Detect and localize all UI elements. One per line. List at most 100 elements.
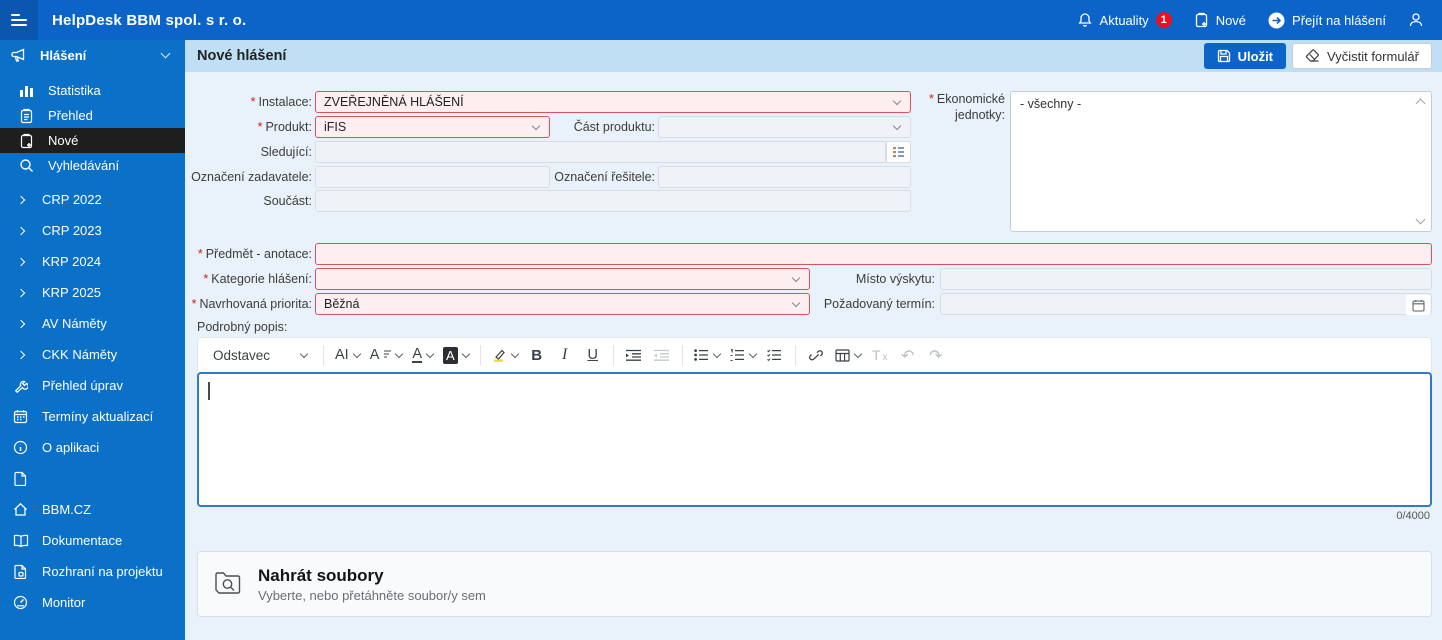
chevron-down-icon	[892, 121, 902, 131]
sidebar-item-prehled[interactable]: Přehled	[0, 103, 185, 128]
font-family-button[interactable]: AI	[331, 342, 364, 368]
chevron-right-icon	[12, 315, 29, 332]
sidebar-group-krp-2024[interactable]: KRP 2024	[0, 246, 185, 277]
produkt-value: iFIS	[324, 120, 347, 134]
person-icon	[1408, 12, 1424, 28]
instalace-select[interactable]: ZVEŘEJNĚNÁ HLÁŠENÍ	[315, 91, 911, 113]
oznaceni-zadavatele-input[interactable]	[315, 166, 550, 188]
rich-text-editor-area[interactable]	[197, 372, 1432, 507]
produkt-select[interactable]: iFIS	[315, 116, 550, 138]
misto-vyskytu-label: Místo výskytu:	[855, 272, 935, 286]
oznaceni-zadavatele-label: Označení zadavatele:	[191, 170, 312, 184]
sidebar-item-bbm-cz[interactable]: BBM.CZ	[0, 494, 185, 525]
numbered-list-button[interactable]	[726, 342, 760, 368]
required-marker: *	[203, 272, 209, 286]
redo-button[interactable]: ↷	[923, 342, 949, 368]
podrobny-popis-label: Podrobný popis:	[197, 320, 288, 334]
toolbar-separator	[323, 345, 324, 365]
sidebar-group-crp-2023[interactable]: CRP 2023	[0, 215, 185, 246]
chevron-right-icon	[12, 253, 29, 270]
save-button[interactable]: Uložit	[1203, 43, 1287, 69]
cast-produktu-select[interactable]	[658, 116, 911, 138]
aktuality-badge: 1	[1155, 12, 1172, 28]
insert-table-button[interactable]	[831, 342, 865, 368]
gauge-icon	[12, 594, 29, 611]
sidebar-item-monitor[interactable]: Monitor	[0, 587, 185, 618]
predmet-anotace-label: * Předmět - anotace:	[197, 247, 312, 261]
ekonomicke-jednotky-listbox[interactable]: - všechny -	[1010, 91, 1432, 232]
chevron-down-icon	[748, 349, 757, 358]
sidebar-group-label: CRP 2023	[42, 223, 102, 238]
sidebar-group-label: AV Náměty	[42, 316, 107, 331]
italic-button[interactable]: I	[552, 342, 578, 368]
sidebar-item-terminy-aktualizaci[interactable]: Termíny aktualizací	[0, 401, 185, 432]
outdent-button[interactable]	[649, 342, 675, 368]
background-color-button[interactable]: A	[439, 342, 473, 368]
arrow-circle-icon	[1268, 12, 1285, 29]
date-picker-button[interactable]	[1406, 295, 1430, 315]
sidebar-item-statistika[interactable]: Statistika	[0, 78, 185, 103]
sidebar-group-label: CKK Náměty	[42, 347, 118, 362]
oznaceni-resitele-input[interactable]	[658, 166, 911, 188]
sidebar-item-prehled-uprav[interactable]: Přehled úprav	[0, 370, 185, 401]
numbered-list-icon	[730, 349, 744, 361]
sidebar-group-krp-2025[interactable]: KRP 2025	[0, 277, 185, 308]
sidebar-item-dokumentace[interactable]: Dokumentace	[0, 525, 185, 556]
file-upload-dropzone[interactable]: Nahrát soubory Vyberte, nebo přetáhněte …	[197, 551, 1432, 617]
sidebar-group-label: KRP 2024	[42, 254, 102, 269]
sidebar-item-o-aplikaci[interactable]: O aplikaci	[0, 432, 185, 463]
insert-link-button[interactable]	[803, 342, 829, 368]
hamburger-menu-icon[interactable]	[0, 0, 38, 40]
indent-button[interactable]	[621, 342, 647, 368]
upload-subtitle: Vyberte, nebo přetáhněte soubor/y sem	[258, 587, 486, 603]
aktuality-button[interactable]: Aktuality 1	[1077, 12, 1172, 28]
chevron-down-icon	[395, 349, 404, 358]
scroll-down-icon[interactable]	[1415, 214, 1426, 225]
text-color-button[interactable]: A	[408, 342, 437, 368]
sidebar-item-rozhrani-na-projektu[interactable]: Rozhraní na projektu	[0, 556, 185, 587]
nove-topbar-button[interactable]: Nové	[1194, 12, 1246, 28]
sidebar-item-label: Přehled úprav	[42, 378, 123, 393]
chevron-down-icon	[791, 298, 801, 308]
sidebar-item-vyhledavani[interactable]: Vyhledávání	[0, 153, 185, 178]
sidebar-item-nove[interactable]: Nové	[0, 128, 185, 153]
sidebar-item-blank[interactable]	[0, 463, 185, 494]
prejit-na-hlaseni-button[interactable]: Přejít na hlášení	[1268, 12, 1386, 29]
paragraph-style-dropdown[interactable]: Odstavec	[204, 342, 316, 368]
sidebar-item-label: Nové	[48, 133, 79, 148]
user-menu-button[interactable]	[1408, 12, 1424, 28]
sidebar-group-label: CRP 2022	[42, 192, 102, 207]
pozadovany-termin-input[interactable]	[940, 293, 1432, 315]
sidebar-group-av-namety[interactable]: AV Náměty	[0, 308, 185, 339]
font-size-button[interactable]: A	[366, 342, 407, 368]
sledujici-input[interactable]	[315, 141, 886, 163]
kategorie-hlaseni-select[interactable]	[315, 268, 810, 290]
soucast-input[interactable]	[315, 190, 911, 212]
clipboard-plus-icon	[1194, 12, 1209, 28]
underline-button[interactable]: U	[580, 342, 606, 368]
misto-vyskytu-input[interactable]	[940, 268, 1432, 290]
sidebar-item-label: Dokumentace	[42, 533, 123, 548]
sledujici-picker-button[interactable]	[886, 141, 911, 163]
clear-form-button[interactable]: Vyčistit formulář	[1292, 43, 1432, 69]
clear-formatting-button[interactable]: Tx	[867, 342, 893, 368]
bullet-list-button[interactable]	[690, 342, 724, 368]
sidebar-group-crp-2022[interactable]: CRP 2022	[0, 184, 185, 215]
navrhovana-priorita-select[interactable]: Běžná	[315, 293, 810, 315]
scroll-up-icon[interactable]	[1415, 98, 1426, 109]
bold-button[interactable]: B	[524, 342, 550, 368]
checklist-button[interactable]	[762, 342, 788, 368]
instalace-label: * Instalace:	[250, 95, 312, 109]
clear-form-button-label: Vyčistit formulář	[1327, 48, 1419, 64]
predmet-anotace-input[interactable]	[315, 243, 1432, 265]
chevron-down-icon	[461, 349, 470, 358]
chevron-down-icon	[160, 48, 171, 58]
sidebar-section-hlaseni[interactable]: Hlášení	[0, 40, 185, 70]
bell-icon	[1077, 12, 1093, 28]
required-marker: *	[191, 297, 197, 311]
checklist-icon	[767, 349, 782, 361]
highlight-button[interactable]	[488, 342, 522, 368]
undo-button[interactable]: ↶	[895, 342, 921, 368]
font-family-icon: AI	[335, 347, 349, 363]
sidebar-group-ckk-namety[interactable]: CKK Náměty	[0, 339, 185, 370]
